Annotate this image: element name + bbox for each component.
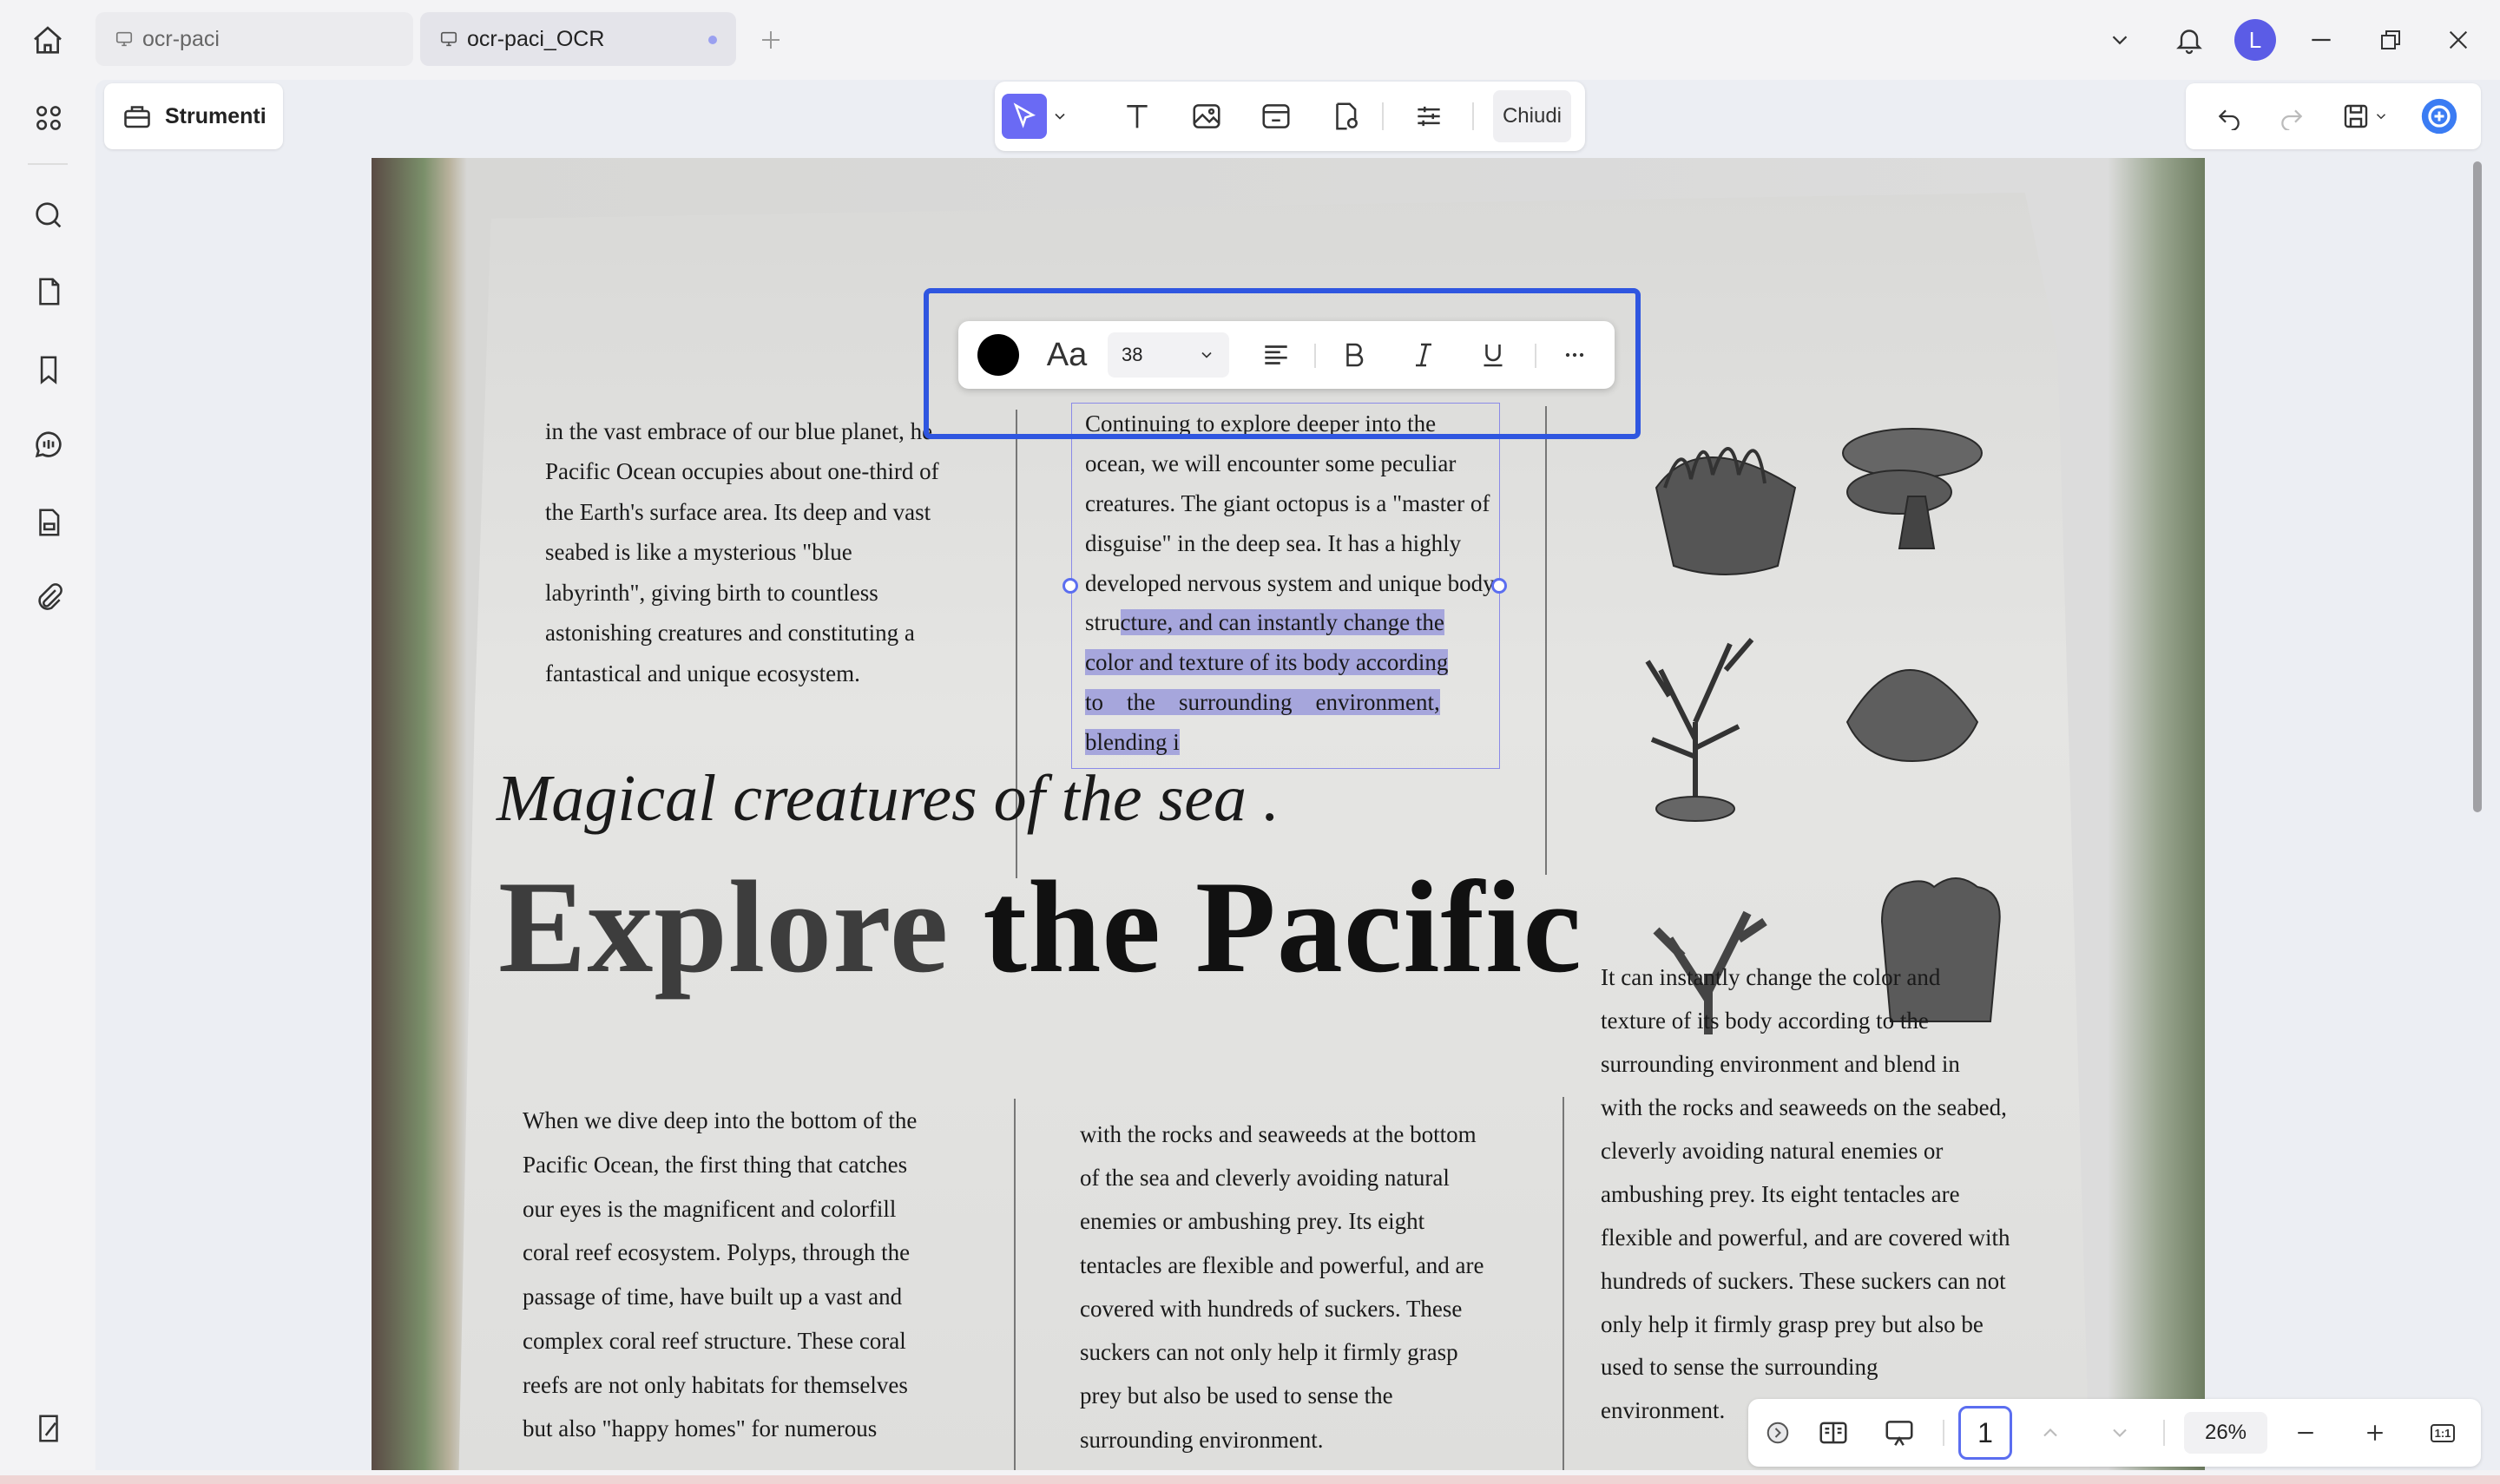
plus-icon[interactable] <box>753 23 788 57</box>
color-swatch <box>977 334 1019 376</box>
paragraph-right[interactable]: It can instantly change the color and te… <box>1601 956 2035 1433</box>
rail-divider <box>28 163 68 165</box>
page-layout-icon[interactable] <box>1811 1412 1856 1454</box>
unsaved-dot-icon <box>708 36 717 44</box>
chevron-down-icon[interactable] <box>2099 1412 2141 1454</box>
toolbar-divider <box>1943 1420 1944 1446</box>
tab-label: ocr-paci_OCR <box>467 26 605 51</box>
sidebar-settings-icon[interactable] <box>26 1406 71 1451</box>
selected-text: cture, and can instantly change the colo… <box>1085 609 1449 756</box>
comment-icon[interactable] <box>26 422 71 467</box>
edit-toolbar: Chiudi <box>995 82 1585 151</box>
undo-icon[interactable] <box>2208 95 2250 137</box>
redo-icon[interactable] <box>2271 95 2312 137</box>
toolbar-divider <box>1382 102 1384 130</box>
toolbar-divider <box>1314 344 1316 368</box>
chevron-up-icon[interactable] <box>2030 1412 2071 1454</box>
column-divider <box>1545 406 1547 875</box>
text-tool-icon[interactable] <box>1115 94 1160 139</box>
paragraph-rocks[interactable]: with the rocks and seaweeds at the botto… <box>1080 1113 1531 1461</box>
document-headline[interactable]: Explore the Pacific <box>498 861 1582 993</box>
image-tool-icon[interactable] <box>1184 94 1229 139</box>
monitor-icon <box>439 30 458 49</box>
tools-button[interactable]: Strumenti <box>104 83 283 149</box>
apps-grid-icon[interactable] <box>26 95 71 141</box>
resize-handle-left[interactable] <box>1062 578 1078 594</box>
restore-icon[interactable] <box>2370 19 2411 61</box>
toolbar-divider <box>1535 344 1536 368</box>
chevron-down-icon <box>1198 346 1215 364</box>
toolbar-divider <box>2163 1420 2165 1446</box>
zoom-in-icon[interactable] <box>2354 1412 2396 1454</box>
scrollbar-thumb[interactable] <box>2473 161 2482 812</box>
tools-label: Strumenti <box>165 103 266 128</box>
zoom-level[interactable]: 26% <box>2184 1412 2267 1454</box>
bookmark-icon[interactable] <box>26 347 71 392</box>
select-pointer-icon[interactable] <box>1002 94 1047 139</box>
chevron-down-icon[interactable] <box>2099 19 2141 61</box>
headline-part: Explore <box>498 854 984 1000</box>
tab-ocr-paci[interactable]: ocr-paci <box>95 12 413 66</box>
chevron-down-icon[interactable] <box>1047 94 1073 139</box>
paragraph-intro[interactable]: in the vast embrace of our blue planet, … <box>545 411 997 693</box>
tab-label: ocr-paci <box>142 26 220 51</box>
close-icon[interactable] <box>2438 19 2479 61</box>
avatar-initial: L <box>2248 26 2262 53</box>
underline-icon[interactable] <box>1470 332 1516 378</box>
search-icon[interactable] <box>26 193 71 238</box>
toolbar-divider <box>1472 102 1474 130</box>
chevron-down-icon[interactable] <box>2368 95 2394 137</box>
fit-label: 1:1 <box>2430 1423 2456 1442</box>
presentation-icon[interactable] <box>1877 1412 1922 1454</box>
fit-actual-size-button[interactable]: 1:1 <box>2420 1412 2465 1454</box>
page-navigation-bar: 1 26% 1:1 <box>1748 1399 2481 1467</box>
font-size-select[interactable]: 38 <box>1108 332 1229 378</box>
tab-ocr-paci-ocr[interactable]: ocr-paci_OCR <box>420 12 736 66</box>
text-color-button[interactable] <box>976 332 1021 378</box>
more-icon[interactable] <box>1549 332 1601 378</box>
text-format-toolbar: Aa 38 <box>958 321 1615 389</box>
watermark-tool-icon[interactable] <box>1323 94 1368 139</box>
column-divider <box>1014 1099 1016 1470</box>
toolbox-icon <box>122 101 153 132</box>
paragraph-octopus[interactable]: Continuing to explore deeper into the oc… <box>1085 404 1502 763</box>
paragraph-coral-reef[interactable]: When we dive deep into the bottom of the… <box>523 1099 974 1451</box>
font-family-button[interactable]: Aa <box>1036 332 1097 378</box>
monitor-icon <box>115 30 134 49</box>
home-icon[interactable] <box>26 19 69 62</box>
link-tool-icon[interactable] <box>1253 94 1299 139</box>
bell-icon[interactable] <box>2168 19 2210 61</box>
sliders-icon[interactable] <box>1406 94 1451 139</box>
tab-bar: ocr-paci ocr-paci_OCR L <box>0 0 2500 80</box>
bold-icon[interactable] <box>1332 332 1377 378</box>
column-divider <box>1562 1097 1564 1470</box>
window-bottom-edge <box>0 1475 2500 1484</box>
document-subtitle[interactable]: Magical creatures of the sea . <box>497 765 1280 831</box>
text-run: Continuing to explore deeper into the oc… <box>1085 410 1495 636</box>
font-size-value: 38 <box>1122 344 1143 365</box>
italic-icon[interactable] <box>1401 332 1446 378</box>
align-left-icon[interactable] <box>1253 332 1299 378</box>
form-icon[interactable] <box>26 500 71 545</box>
expand-arrow-icon[interactable] <box>1760 1412 1795 1454</box>
page-number-input[interactable]: 1 <box>1958 1406 2012 1460</box>
paperclip-icon[interactable] <box>26 575 71 620</box>
page-icon[interactable] <box>26 269 71 314</box>
left-rail <box>0 80 95 1484</box>
coral-illustrations-image <box>1645 428 2001 1034</box>
zoom-out-icon[interactable] <box>2285 1412 2326 1454</box>
avatar[interactable]: L <box>2234 19 2276 61</box>
close-edit-button[interactable]: Chiudi <box>1493 90 1571 142</box>
right-toolbar <box>2186 83 2481 149</box>
ai-assistant-icon[interactable] <box>2418 95 2460 137</box>
minimize-icon[interactable] <box>2300 19 2342 61</box>
headline-part: the Pacific <box>983 854 1582 1000</box>
resize-handle-right[interactable] <box>1491 578 1507 594</box>
